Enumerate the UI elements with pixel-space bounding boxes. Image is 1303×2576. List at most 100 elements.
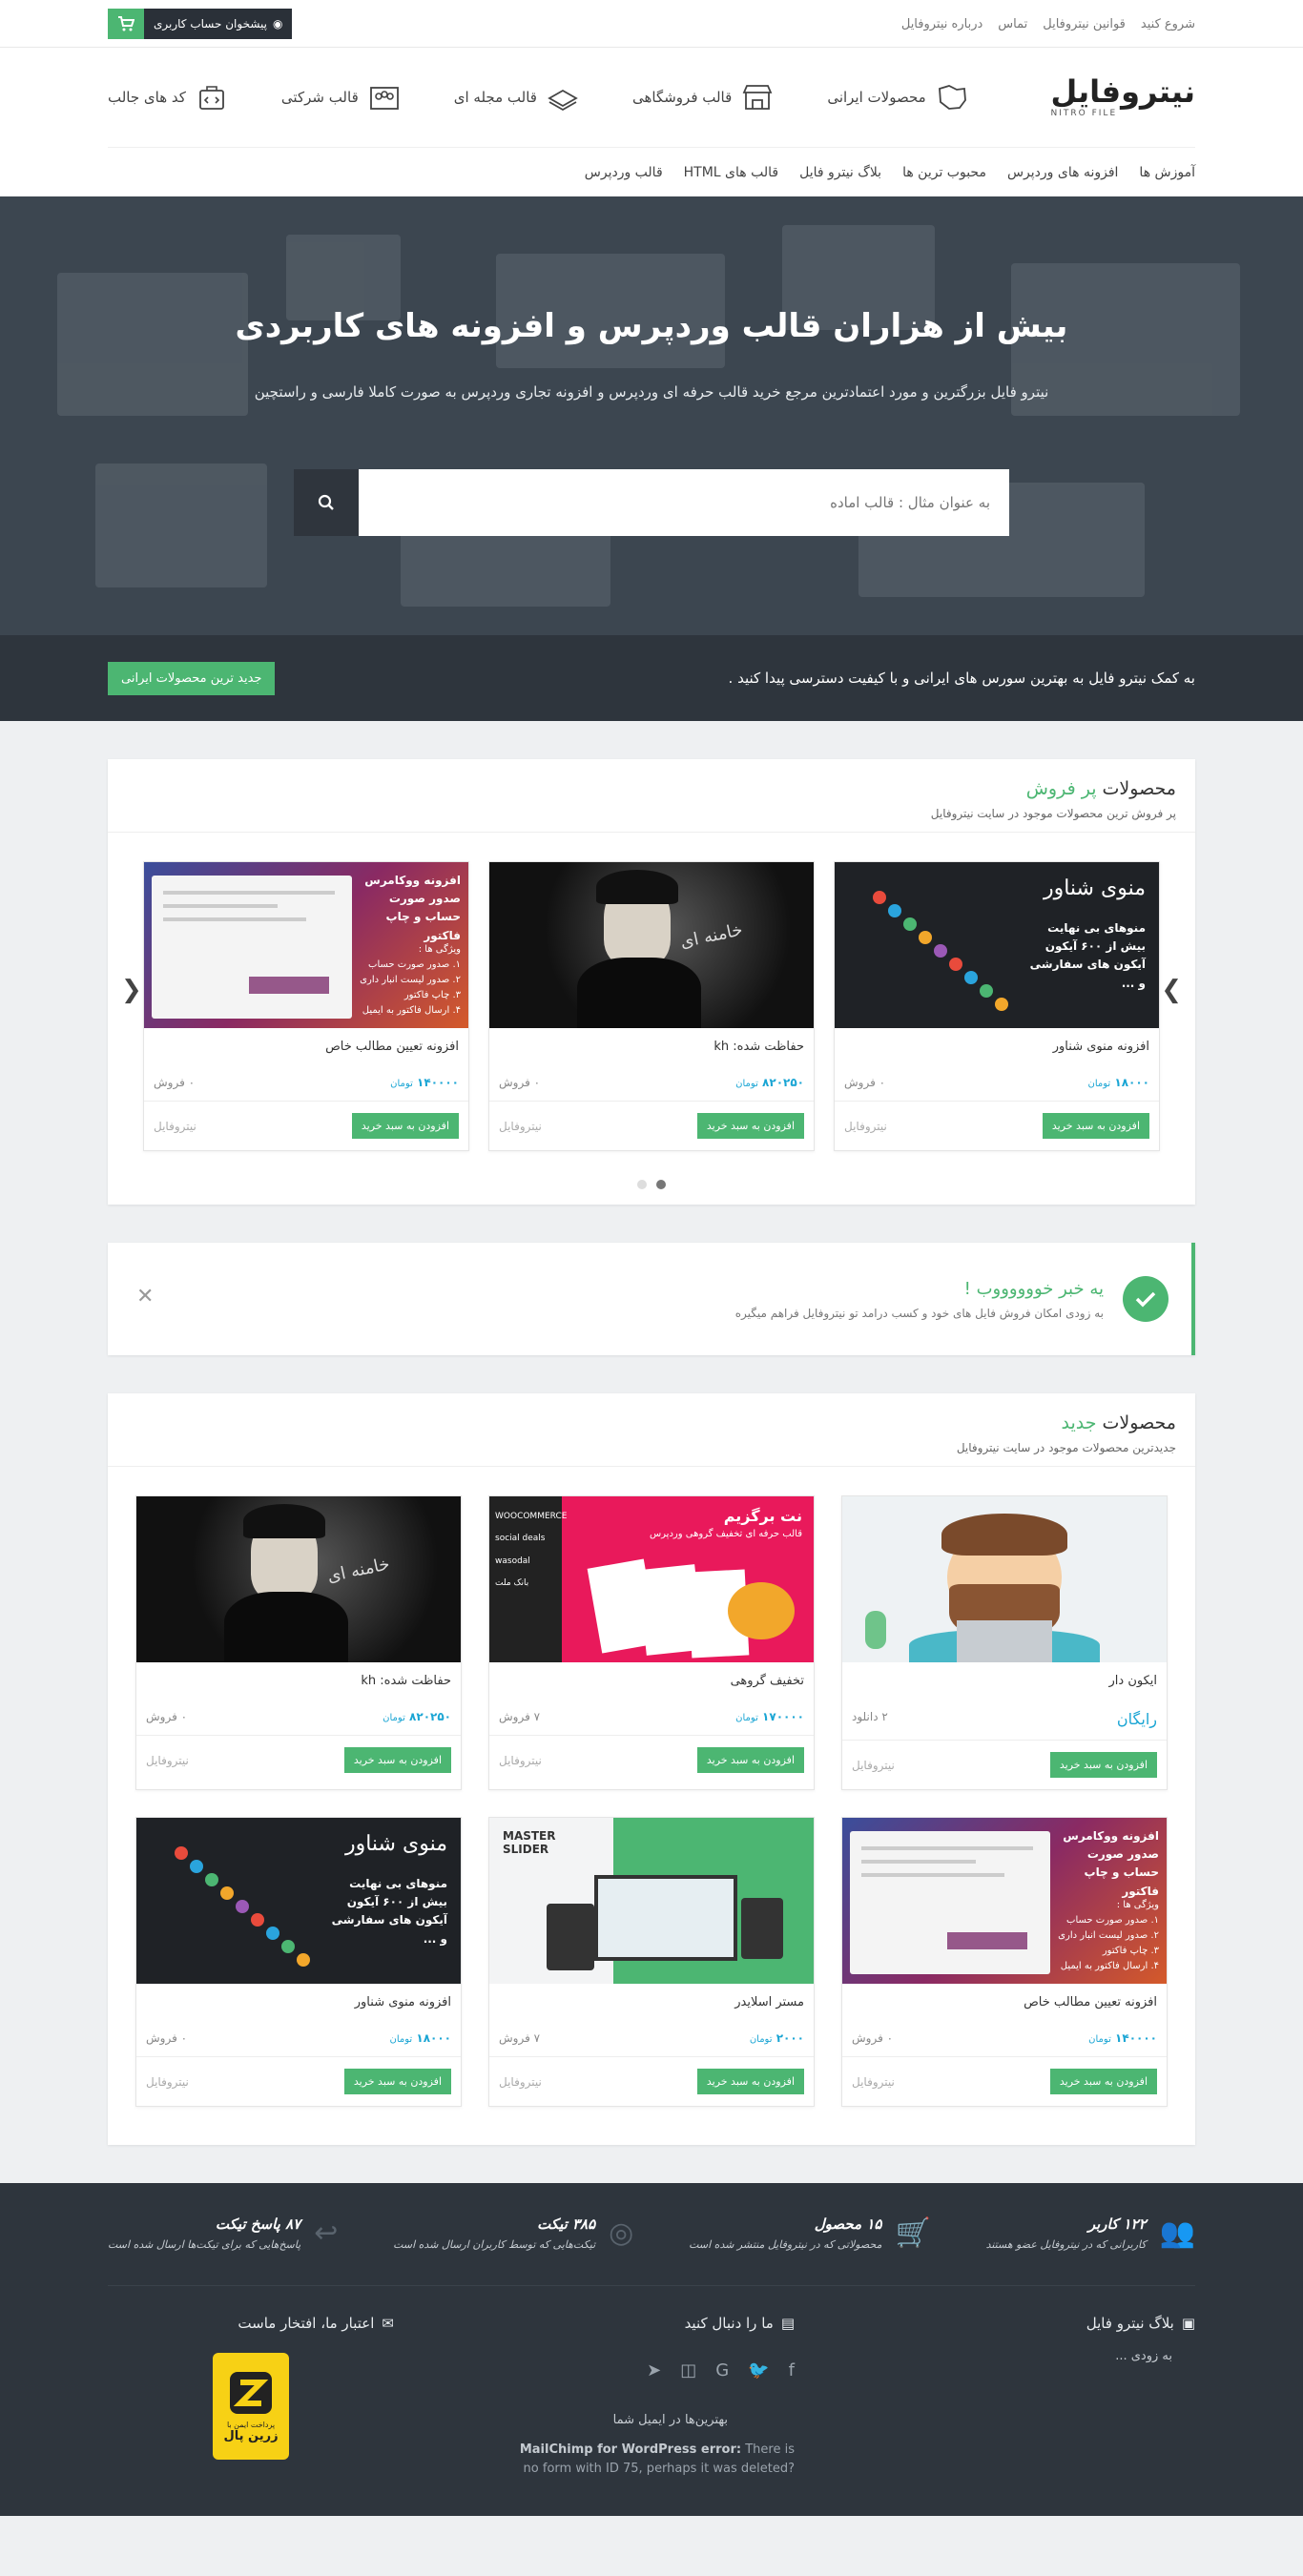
newest-iranian-button[interactable]: جدید ترین محصولات ایرانی bbox=[108, 661, 276, 695]
thumb-title: افزونه ووکامرس صدور صورت حساب و چاپ فاکت… bbox=[1063, 1829, 1159, 1898]
product-thumbnail[interactable]: MASTER SLIDER bbox=[489, 1818, 814, 1984]
add-to-cart-button[interactable]: افزودن به سبد خرید bbox=[696, 2069, 804, 2094]
nav-popular[interactable]: محبوب ترین ها bbox=[902, 165, 986, 180]
facebook-icon[interactable]: f bbox=[789, 2360, 795, 2380]
product-thumbnail[interactable]: افزونه ووکامرس صدور صورت حساب و چاپ فاکت… bbox=[144, 862, 468, 1028]
add-to-cart-button[interactable]: افزودن به سبد خرید bbox=[696, 1747, 804, 1773]
product-title[interactable]: تخفیف گروهی bbox=[489, 1662, 814, 1699]
telegram-icon[interactable]: ➤ bbox=[647, 2360, 661, 2380]
stat-tickets: ◎ ۳۸۵ تیکت تیکت‌هایی که توسط کاربران ارسا… bbox=[393, 2215, 633, 2251]
twitter-icon[interactable]: 🐦 bbox=[748, 2360, 769, 2380]
product-title[interactable]: افزونه تعیین مطالب خاص bbox=[842, 1984, 1167, 2020]
add-to-cart-button[interactable]: افزودن به سبد خرید bbox=[343, 1747, 451, 1773]
slider-dot[interactable] bbox=[637, 1180, 647, 1189]
product-brand: نیتروفایل bbox=[146, 1753, 189, 1767]
add-to-cart-button[interactable]: افزودن به سبد خرید bbox=[351, 1113, 459, 1139]
product-title[interactable]: افزونه منوی شناور bbox=[835, 1028, 1159, 1064]
newest-desc: جدیدترین محصولات موجود در سایت نیتروفایل bbox=[956, 1441, 1176, 1454]
add-to-cart-button[interactable]: افزودن به سبد خرید bbox=[696, 1113, 804, 1139]
search-button[interactable] bbox=[294, 469, 359, 536]
slider-next-arrow-icon[interactable]: ❯ bbox=[1161, 976, 1182, 1004]
category-company[interactable]: قالب شرکتی bbox=[281, 83, 401, 112]
product-stat: ۰ فروش bbox=[154, 1076, 196, 1089]
add-to-cart-button[interactable]: افزودن به سبد خرید bbox=[343, 2069, 451, 2094]
product-thumbnail[interactable] bbox=[842, 1496, 1167, 1662]
footer-trust-title: اعتبار ما، افتخار ماست bbox=[238, 2315, 375, 2332]
close-icon[interactable]: ✕ bbox=[136, 1285, 154, 1309]
product-thumbnail[interactable]: منوی شناور منوهای بی نهایت بیش از ۶۰۰ آیک… bbox=[835, 862, 1159, 1028]
bestsellers-slider: ❯ ❮ منوی شناور منوهای بی نهایت بیش از ۶۰۰… bbox=[108, 833, 1195, 1170]
zarinpal-badge[interactable]: پرداخت ایمن با زرین پال bbox=[213, 2353, 289, 2460]
product-meta: ۲۰۰۰ تومان ۷ فروش bbox=[489, 2020, 814, 2057]
product-card[interactable]: منوی شناور منوهای بی نهایت بیش از ۶۰۰ آیک… bbox=[135, 1817, 462, 2107]
product-stat: ۰ فروش bbox=[499, 1076, 541, 1089]
category-magazine[interactable]: قالب مجله ای bbox=[454, 83, 579, 112]
product-title[interactable]: حفاظت شده: kh bbox=[136, 1662, 461, 1699]
slider-prev-arrow-icon[interactable]: ❮ bbox=[121, 976, 142, 1004]
top-link-contact[interactable]: تماس bbox=[998, 17, 1027, 31]
add-to-cart-button[interactable]: افزودن به سبد خرید bbox=[1042, 1113, 1149, 1139]
product-title[interactable]: ایکون دار bbox=[842, 1662, 1167, 1699]
nav-blog[interactable]: بلاگ نیترو فایل bbox=[799, 165, 881, 180]
product-card[interactable]: MASTER SLIDER مستر اسلایدر ۲۰۰۰ تومان ۷ … bbox=[488, 1817, 815, 2107]
category-store[interactable]: قالب فروشگاهی bbox=[632, 83, 774, 112]
stat-desc: محصولاتی که در نیتروفایل منتشر شده است bbox=[689, 2238, 882, 2251]
search-input[interactable] bbox=[359, 469, 1009, 536]
stat-title: ۱۵ محصول bbox=[814, 2215, 882, 2233]
site-logo[interactable]: نیتروفایل NITRO FILE bbox=[1051, 76, 1196, 118]
product-card[interactable]: خامنه ای حفاظت شده: kh ۸۲۰۲۵۰ تومان ۰ فر… bbox=[135, 1495, 462, 1790]
cart-button[interactable] bbox=[108, 9, 144, 39]
product-title[interactable]: مستر اسلایدر bbox=[489, 1984, 814, 2020]
product-title[interactable]: افزونه منوی شناور bbox=[136, 1984, 461, 2020]
users-icon: 👥 bbox=[1159, 2216, 1195, 2250]
footer: 👥 ۱۲۲ کاربر کاربرانی که در نیتروفایل عضو … bbox=[0, 2183, 1303, 2516]
account-dashboard-button[interactable]: ◉ پیشخوان حساب کاربری bbox=[144, 9, 293, 39]
category-iranian[interactable]: محصولات ایرانی bbox=[827, 83, 967, 112]
product-footer: افزودن به سبد خرید نیتروفایل bbox=[842, 2057, 1167, 2106]
iran-map-icon bbox=[938, 85, 966, 110]
product-thumbnail[interactable]: خامنه ای bbox=[489, 862, 814, 1028]
top-link-start[interactable]: شروع کنید bbox=[1141, 17, 1195, 31]
product-card[interactable]: افزونه ووکامرس صدور صورت حساب و چاپ فاکت… bbox=[143, 861, 469, 1151]
product-title[interactable]: حفاظت شده: kh bbox=[489, 1028, 814, 1064]
product-thumbnail[interactable]: نت برگزیم قالب حرفه ای تخفیف گروهی وردپر… bbox=[489, 1496, 814, 1662]
top-link-rules[interactable]: قوانین نیتروفایل bbox=[1043, 17, 1126, 31]
product-thumbnail[interactable]: منوی شناور منوهای بی نهایت بیش از ۶۰۰ آیک… bbox=[136, 1818, 461, 1984]
nav-tutorials[interactable]: آموزش ها bbox=[1139, 165, 1195, 180]
product-card[interactable]: نت برگزیم قالب حرفه ای تخفیف گروهی وردپر… bbox=[488, 1495, 815, 1790]
nav-wp-plugins[interactable]: افزونه های وردپرس bbox=[1007, 165, 1118, 180]
product-card[interactable]: منوی شناور منوهای بی نهایت بیش از ۶۰۰ آیک… bbox=[834, 861, 1160, 1151]
product-card[interactable]: ایکون دار رایگان ۲ دانلود افزودن به سبد … bbox=[841, 1495, 1168, 1790]
add-to-cart-button[interactable]: افزودن به سبد خرید bbox=[1049, 2069, 1157, 2094]
product-thumbnail[interactable]: افزونه ووکامرس صدور صورت حساب و چاپ فاکت… bbox=[842, 1818, 1167, 1984]
product-card[interactable]: افزونه ووکامرس صدور صورت حساب و چاپ فاکت… bbox=[841, 1817, 1168, 2107]
alert-title: یه خبر خووووووب ! bbox=[963, 1278, 1104, 1299]
newest-grid: ایکون دار رایگان ۲ دانلود افزودن به سبد … bbox=[108, 1467, 1195, 2145]
slider-dots bbox=[108, 1170, 1195, 1205]
thumb-logo: MASTER SLIDER bbox=[503, 1829, 556, 1857]
product-brand: نیتروفایل bbox=[499, 2074, 542, 2089]
nav-html-templates[interactable]: قالب های HTML bbox=[684, 165, 778, 180]
footer-follow: ▤ ما را دنبال کنید f 🐦 G ◫ ➤ بهترین‌ها در… bbox=[508, 2315, 795, 2478]
google-icon[interactable]: G bbox=[715, 2360, 729, 2380]
main-nav: آموزش ها افزونه های وردپرس محبوب ترین ها… bbox=[108, 147, 1195, 196]
badge-icon: ✉ bbox=[382, 2315, 394, 2332]
category-code[interactable]: کد های جالب bbox=[108, 83, 228, 112]
product-title[interactable]: افزونه تعیین مطالب خاص bbox=[144, 1028, 468, 1064]
slider-dot[interactable] bbox=[656, 1180, 666, 1189]
product-price: ۱۸۰۰۰ تومان bbox=[1087, 1076, 1149, 1089]
zarinpal-logo-icon bbox=[230, 2372, 272, 2414]
thumb-lines: منوهای بی نهایت بیش از ۶۰۰ آیکون آیکون های… bbox=[331, 1877, 447, 1946]
thumb-lines: ویژگی ها :۱. صدور صورت حساب ۲. صدور لیست … bbox=[1058, 1900, 1159, 1971]
product-thumbnail[interactable]: خامنه ای bbox=[136, 1496, 461, 1662]
instagram-icon[interactable]: ◫ bbox=[680, 2360, 696, 2380]
product-meta: ۱۸۰۰۰ تومان ۰ فروش bbox=[835, 1064, 1159, 1102]
thumb-subtitle: قالب حرفه ای تخفیف گروهی وردپرس bbox=[649, 1529, 802, 1539]
product-card[interactable]: خامنه ای حفاظت شده: kh ۸۲۰۲۵۰ تومان ۰ فر… bbox=[488, 861, 815, 1151]
product-brand: نیتروفایل bbox=[499, 1119, 542, 1133]
nav-wp-themes[interactable]: قالب وردپرس bbox=[585, 165, 663, 180]
product-footer: افزودن به سبد خرید نیتروفایل bbox=[489, 1102, 814, 1150]
magazine-icon bbox=[548, 89, 578, 112]
add-to-cart-button[interactable]: افزودن به سبد خرید bbox=[1049, 1752, 1157, 1778]
top-link-about[interactable]: درباره نیتروفایل bbox=[901, 17, 982, 31]
